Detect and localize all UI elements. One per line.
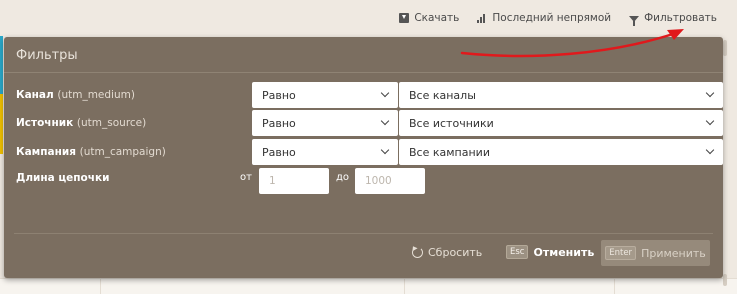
chain-length-to-input[interactable] [355, 168, 425, 194]
bar-chart-icon [477, 13, 487, 23]
channel-operator-value: Равно [262, 88, 296, 102]
table-background [0, 278, 737, 294]
campaign-operator-value: Равно [262, 145, 296, 159]
chevron-down-icon [705, 88, 715, 98]
campaign-value: Все кампании [409, 145, 490, 159]
attribution-model-label: Последний непрямой [492, 12, 612, 24]
footer-divider [14, 233, 713, 234]
channel-value: Все каналы [409, 88, 476, 102]
channel-value-select[interactable]: Все каналы [399, 82, 723, 108]
channel-operator-select[interactable]: Равно [252, 82, 398, 108]
source-param: (utm_source) [76, 117, 147, 129]
reset-button[interactable]: Сбросить [412, 242, 482, 262]
source-value-select[interactable]: Все источники [399, 110, 723, 136]
left-accent-bar [0, 36, 3, 94]
apply-label: Применить [641, 246, 706, 260]
channel-label: Канал [16, 89, 54, 101]
filter-row-chain-length: Длина цепочки от до [16, 165, 716, 194]
cancel-button[interactable]: Esc Отменить [506, 242, 594, 262]
source-operator-value: Равно [262, 116, 296, 130]
esc-key-hint: Esc [506, 245, 529, 259]
filter-label: Фильтровать [644, 12, 717, 24]
left-accent-bar-secondary [0, 94, 3, 154]
reset-label: Сбросить [428, 245, 483, 259]
download-label: Скачать [414, 12, 460, 24]
download-icon [399, 13, 410, 23]
campaign-param: (utm_campaign) [79, 146, 166, 158]
table-column-divider [614, 278, 615, 294]
to-label: до [336, 172, 350, 183]
campaign-label: Кампания [16, 146, 76, 158]
campaign-operator-select[interactable]: Равно [252, 139, 398, 165]
chevron-down-icon [380, 116, 390, 126]
filter-icon [629, 16, 640, 26]
source-label: Источник [16, 117, 74, 129]
source-operator-select[interactable]: Равно [252, 110, 398, 136]
report-toolbar: Скачать Последний непрямой Фильтровать [399, 12, 717, 26]
table-column-divider [100, 278, 101, 294]
chain-length-from-input[interactable] [259, 168, 329, 194]
filter-row-channel: Канал (utm_medium) Равно Все каналы [16, 82, 723, 108]
attribution-model-button[interactable]: Последний непрямой [477, 12, 611, 24]
filter-button[interactable]: Фильтровать [629, 12, 717, 26]
filter-row-campaign: Кампания (utm_campaign) Равно Все кампан… [16, 139, 723, 165]
from-label: от [240, 172, 252, 183]
campaign-value-select[interactable]: Все кампании [399, 139, 723, 165]
reset-icon [412, 246, 423, 258]
apply-button[interactable]: Enter Применить [601, 240, 710, 266]
chain-length-label: Длина цепочки [16, 172, 110, 184]
chevron-down-icon [705, 116, 715, 126]
chevron-down-icon [705, 145, 715, 155]
panel-title: Фильтры [16, 48, 78, 63]
panel-divider [4, 72, 723, 73]
chevron-down-icon [380, 88, 390, 98]
table-column-divider [404, 278, 405, 294]
channel-param: (utm_medium) [57, 89, 135, 101]
enter-key-hint: Enter [605, 246, 637, 260]
cancel-label: Отменить [533, 245, 595, 259]
chevron-down-icon [380, 145, 390, 155]
filters-panel: Фильтры Канал (utm_medium) Равно Все кан… [4, 37, 723, 278]
source-value: Все источники [409, 116, 494, 130]
filter-row-source: Источник (utm_source) Равно Все источник… [16, 110, 723, 136]
download-button[interactable]: Скачать [399, 12, 459, 24]
